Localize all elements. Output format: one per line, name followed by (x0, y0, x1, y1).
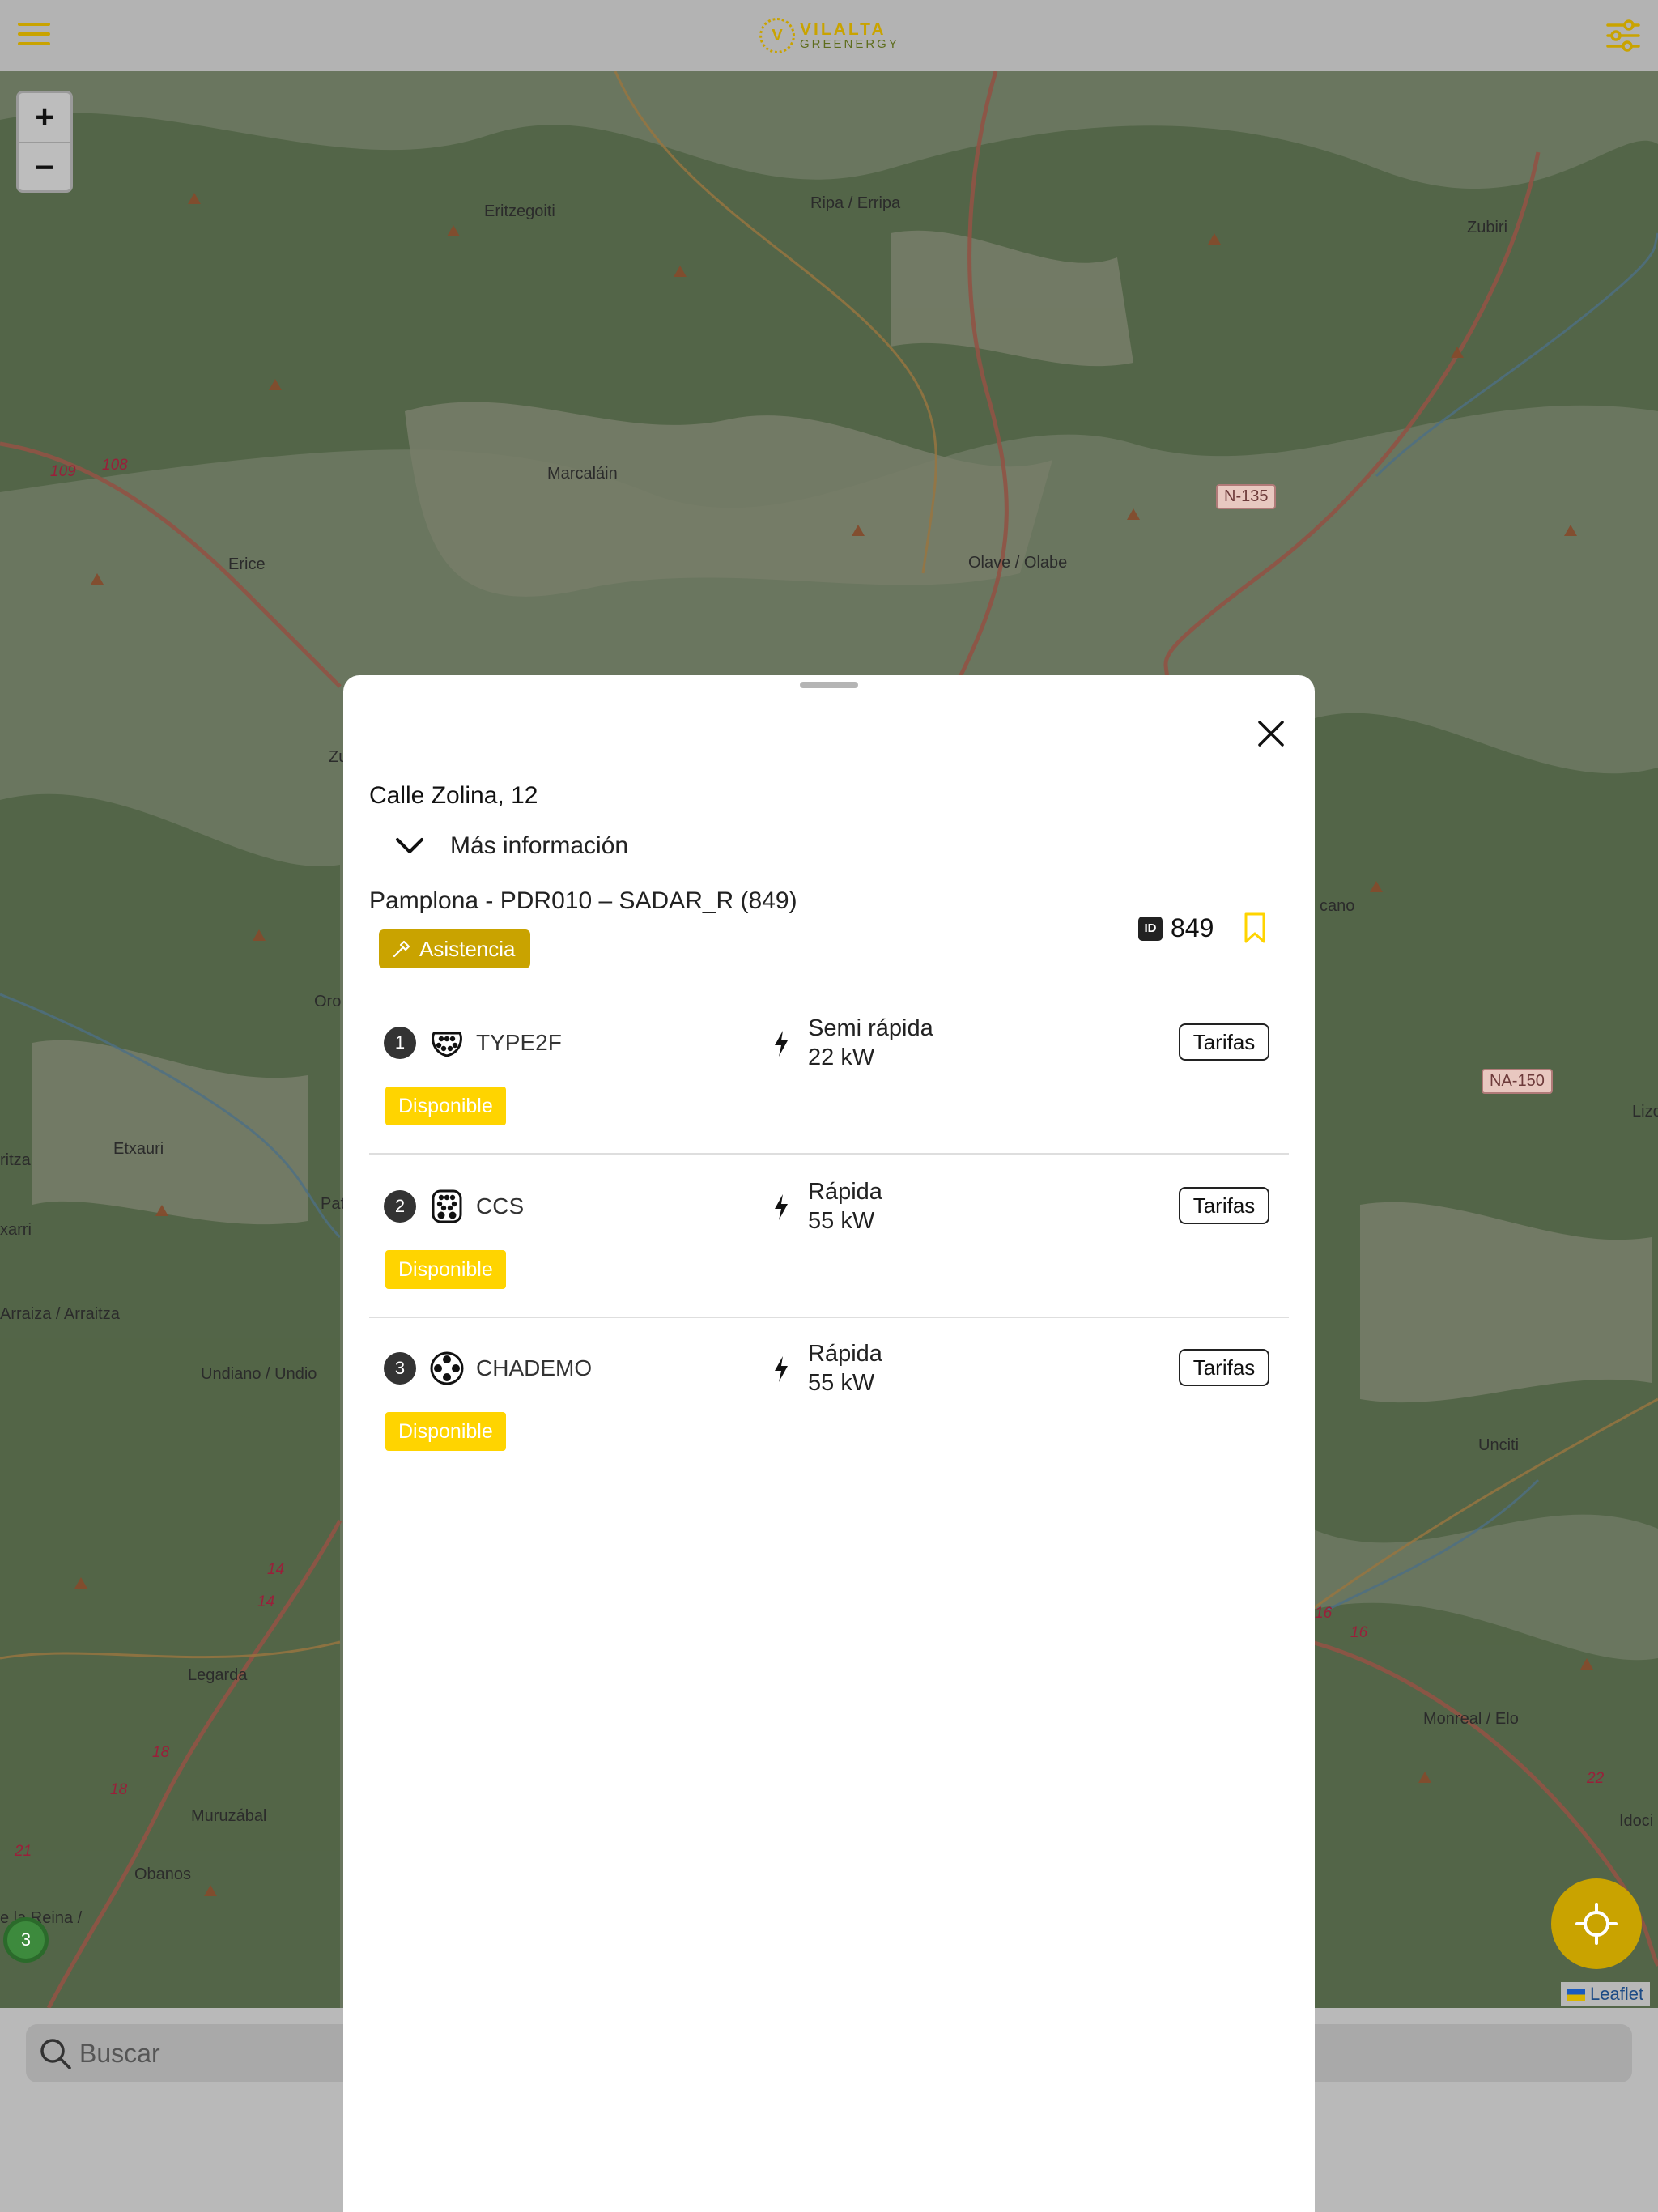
sheet-drag-handle[interactable] (800, 682, 858, 688)
road-number: 18 (152, 1744, 170, 1761)
connector-index: 3 (384, 1352, 416, 1385)
map-place-label: Erice (228, 555, 266, 573)
logo-wordmark-top: VILALTA (800, 20, 886, 39)
attribution-link[interactable]: Leaflet (1590, 1984, 1643, 2005)
map-place-label: Legarda (188, 1666, 248, 1684)
connector-index: 1 (384, 1027, 416, 1059)
map-cluster-marker[interactable]: 3 (3, 1917, 49, 1963)
type2-plug-icon (432, 1032, 462, 1057)
zoom-in-button[interactable]: + (19, 93, 70, 143)
bookmark-icon[interactable] (1242, 912, 1268, 944)
connector-row: 3 CHADEMO Rápida 55 kW Tarifas Disponibl… (369, 1334, 1289, 1496)
zoom-out-button[interactable]: − (19, 143, 70, 192)
lightning-bolt-icon (775, 1356, 788, 1382)
lightning-bolt-icon (775, 1031, 788, 1057)
connector-speed: Semi rápida (808, 1015, 933, 1041)
connector-speed: Rápida (808, 1179, 882, 1205)
station-id-value: 849 (1171, 913, 1214, 942)
divider (369, 1153, 1289, 1155)
close-button[interactable] (1247, 709, 1295, 758)
sliders-filter-icon[interactable] (1606, 19, 1640, 52)
search-icon (40, 2039, 71, 2069)
map-place-label: Olave / Olabe (968, 554, 1068, 572)
map-place-label: Arraiza / Arraitza (0, 1305, 120, 1323)
map-place-label: Idoci (1619, 1812, 1654, 1830)
map-place-label: Undiano / Undio (201, 1365, 317, 1383)
assistance-button[interactable]: Asistencia (379, 929, 530, 968)
road-number: 21 (15, 1843, 32, 1860)
map-place-label: Muruzábal (191, 1807, 267, 1825)
ccs-plug-icon (432, 1189, 462, 1223)
map-place-label: Lizo (1632, 1103, 1658, 1121)
connector-power: 55 kW (808, 1370, 875, 1396)
map-place-label: Marcaláin (547, 465, 618, 483)
connector-index: 2 (384, 1190, 416, 1223)
station-detail-sheet: Calle Zolina, 12 Más información Pamplon… (343, 675, 1315, 2212)
status-badge: Disponible (385, 1250, 506, 1289)
connector-power: 55 kW (808, 1208, 875, 1234)
hammer-icon (393, 940, 410, 958)
connector-type: CCS (476, 1193, 525, 1219)
road-number: 109 (50, 463, 76, 480)
map-attribution[interactable]: Leaflet (1561, 1982, 1651, 2006)
map-place-label: cano (1320, 897, 1355, 915)
chevron-down-icon (396, 838, 423, 853)
station-id: ID 849 (1138, 913, 1214, 943)
logo-wordmark-bottom: GREENERGY (800, 37, 899, 51)
more-info-label: Más información (450, 832, 629, 859)
connector-type: CHADEMO (476, 1355, 593, 1380)
assistance-label: Asistencia (419, 936, 516, 961)
zoom-control: + − (16, 91, 73, 193)
more-info-toggle[interactable]: Más información (395, 832, 628, 860)
tariffs-button[interactable]: Tarifas (1179, 1349, 1269, 1386)
hamburger-menu-icon[interactable] (18, 23, 50, 49)
connector-power: 22 kW (808, 1044, 875, 1070)
road-shield: N-135 (1216, 484, 1277, 509)
map-place-label: Obanos (134, 1865, 192, 1883)
station-address: Calle Zolina, 12 (369, 782, 538, 809)
divider (369, 1317, 1289, 1318)
lightning-bolt-icon (775, 1194, 788, 1220)
road-number: 22 (1587, 1770, 1605, 1787)
map-place-label: ritza (0, 1151, 31, 1169)
road-number: 14 (267, 1561, 285, 1578)
connector-row: 1 TYPE2F Semi rápida 22 kW Tarifas Dispo… (369, 1009, 1289, 1171)
road-number: 108 (102, 457, 128, 474)
tariffs-button[interactable]: Tarifas (1179, 1187, 1269, 1224)
chademo-plug-icon (430, 1351, 464, 1385)
map-place-label: Oro (314, 993, 342, 1010)
map-place-label: Zubiri (1467, 219, 1508, 236)
map-place-label: Pat (321, 1195, 346, 1213)
road-number: 16 (1315, 1605, 1333, 1622)
brand-logo: V VILALTA GREENERGY (759, 16, 899, 55)
connector-row: 2 CCS Rápida 55 kW Tarifas Disponible (369, 1172, 1289, 1334)
road-number: 14 (257, 1593, 275, 1610)
locate-button[interactable] (1551, 1878, 1642, 1969)
crosshair-locate-icon (1575, 1903, 1618, 1945)
road-number: 16 (1350, 1624, 1368, 1641)
road-shield: NA-150 (1482, 1069, 1553, 1094)
map-place-label: xarri (0, 1221, 32, 1239)
station-name: Pamplona - PDR010 – SADAR_R (849) (369, 887, 797, 914)
close-icon (1258, 721, 1284, 747)
road-number: 18 (110, 1781, 128, 1798)
map-place-label: Ripa / Erripa (810, 194, 901, 212)
logo-mark: V (759, 18, 795, 53)
status-badge: Disponible (385, 1087, 506, 1125)
id-badge-icon: ID (1138, 916, 1163, 941)
map-place-label: Eritzegoiti (484, 202, 555, 220)
map-place-label: Monreal / Elo (1423, 1710, 1519, 1728)
connector-speed: Rápida (808, 1341, 882, 1367)
app-header: V VILALTA GREENERGY (0, 0, 1658, 71)
status-badge: Disponible (385, 1412, 506, 1451)
ukraine-flag-icon (1567, 1988, 1585, 2001)
map-place-label: Etxauri (113, 1140, 164, 1158)
map-place-label: Unciti (1478, 1436, 1520, 1454)
tariffs-button[interactable]: Tarifas (1179, 1023, 1269, 1061)
connector-type: TYPE2F (476, 1030, 562, 1055)
